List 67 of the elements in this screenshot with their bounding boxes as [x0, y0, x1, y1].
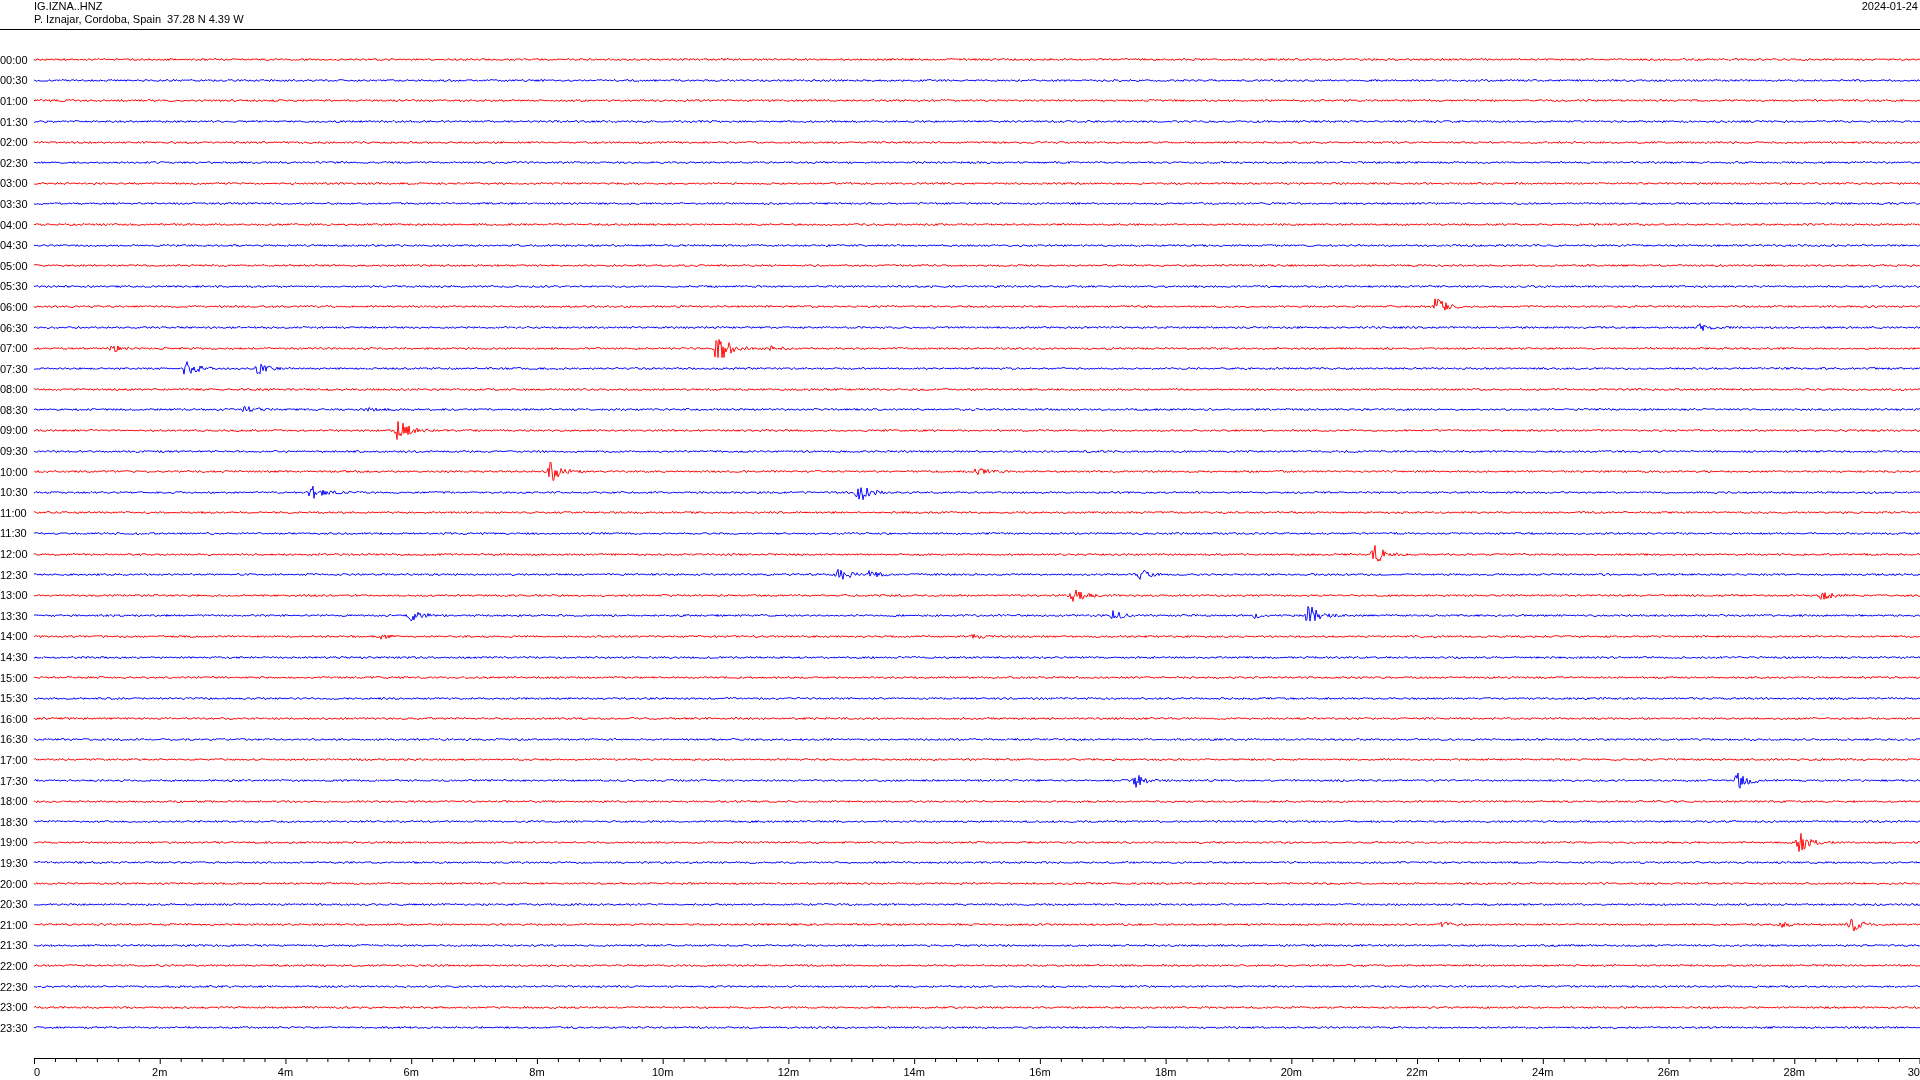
time-label: 00:30	[0, 74, 29, 87]
axis-label: 20m	[1280, 1066, 1303, 1078]
time-label: 13:30	[0, 609, 29, 622]
time-label: 02:00	[0, 136, 29, 149]
time-label: 07:30	[0, 362, 29, 375]
time-label: 19:30	[0, 856, 29, 869]
time-label: 23:30	[0, 1021, 29, 1034]
plot-date: 2024-01-24	[1861, 0, 1919, 14]
time-label: 03:30	[0, 197, 29, 210]
time-label: 08:30	[0, 403, 29, 416]
axis-label: 2m	[152, 1066, 168, 1078]
time-label: 21:30	[0, 939, 29, 952]
time-label: 16:30	[0, 733, 29, 746]
time-label: 15:00	[0, 671, 29, 684]
axis-label: 24m	[1532, 1066, 1554, 1078]
axis-label: 16m	[1029, 1066, 1051, 1078]
time-label: 12:00	[0, 548, 29, 561]
time-label: 01:30	[0, 115, 29, 128]
station-location: P. Iznajar, Cordoba, Spain 37.28 N 4.39 W	[34, 13, 244, 26]
axis-label: 28m	[1783, 1066, 1805, 1078]
time-label: 02:30	[0, 156, 29, 169]
time-label: 11:30	[0, 527, 28, 540]
time-label: 00:00	[0, 53, 29, 66]
time-label: 12:30	[0, 568, 29, 581]
time-label: 14:30	[0, 651, 29, 663]
axis-label: 18m	[1154, 1066, 1177, 1078]
axis-label: 12m	[777, 1066, 800, 1078]
time-label: 13:00	[0, 589, 29, 602]
axis-label: 30	[1907, 1066, 1920, 1078]
time-label: 22:30	[0, 980, 29, 993]
time-label: 11:00	[0, 506, 28, 519]
time-label: 05:00	[0, 259, 29, 272]
axis-label: 22m	[1406, 1066, 1428, 1078]
time-label: 18:00	[0, 795, 29, 808]
axis-label: 10m	[651, 1066, 674, 1078]
time-label: 17:00	[0, 754, 29, 766]
time-label: 22:00	[0, 959, 29, 972]
time-label: 10:30	[0, 486, 29, 499]
time-label: 18:30	[0, 815, 29, 828]
time-label: 08:00	[0, 383, 29, 396]
axis-label: 14m	[903, 1066, 925, 1078]
time-label: 03:00	[0, 177, 29, 190]
axis-label: 0	[34, 1066, 41, 1078]
time-label: 20:30	[0, 898, 29, 911]
time-label: 20:00	[0, 877, 29, 890]
axis-label: 8m	[529, 1066, 545, 1078]
station-code: IG.IZNA..HNZ	[34, 0, 104, 13]
time-label: 04:00	[0, 218, 29, 231]
time-label: 05:30	[0, 280, 29, 293]
time-label: 21:00	[0, 918, 29, 931]
axis-label: 6m	[403, 1066, 419, 1078]
time-label: 04:30	[0, 239, 29, 252]
time-label: 19:00	[0, 836, 29, 849]
time-label: 09:00	[0, 424, 29, 437]
time-label: 16:00	[0, 712, 29, 725]
time-label: 07:00	[0, 342, 29, 355]
time-label: 09:30	[0, 445, 29, 458]
time-label: 10:00	[0, 465, 29, 478]
axis-label: 26m	[1657, 1066, 1680, 1078]
time-label: 17:30	[0, 774, 29, 787]
time-label: 01:00	[0, 95, 29, 107]
time-label: 14:00	[0, 630, 29, 643]
time-label: 06:30	[0, 321, 29, 334]
time-label: 06:00	[0, 300, 29, 313]
time-label: 23:00	[0, 1001, 29, 1014]
axis-label: 4m	[277, 1066, 294, 1078]
time-label: 15:30	[0, 692, 29, 705]
